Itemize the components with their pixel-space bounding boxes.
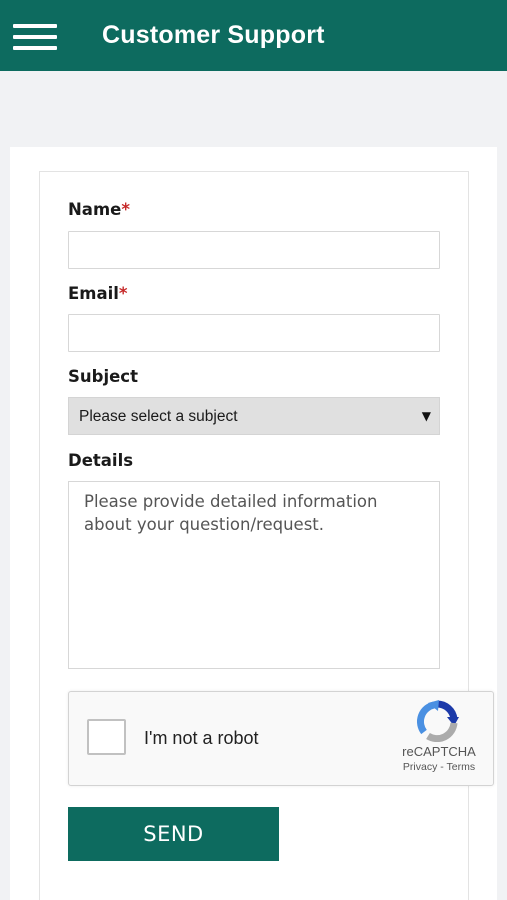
email-input[interactable] [68,314,440,352]
recaptcha-checkbox[interactable] [87,719,126,755]
recaptcha-links: Privacy - Terms [395,761,483,773]
dropdown-arrow-icon: ▼ [421,409,431,423]
recaptcha-widget: I'm not a robot reCAPTCHA Privacy - Term… [68,691,494,786]
email-label: Email* [68,284,128,303]
recaptcha-label: I'm not a robot [144,728,259,748]
details-placeholder: Please provide detailed information abou… [84,492,378,534]
details-label: Details [68,451,134,470]
link-separator: - [440,761,444,773]
recaptcha-logo-icon [417,700,459,742]
subject-selected-value: Please select a subject [79,408,238,425]
privacy-link[interactable]: Privacy [403,761,437,773]
send-button[interactable]: SEND [68,807,279,861]
page-title: Customer Support [102,21,325,49]
name-label: Name* [68,200,130,219]
required-marker: * [121,200,130,219]
recaptcha-brand: reCAPTCHA [402,744,476,759]
terms-link[interactable]: Terms [447,761,476,773]
subject-select[interactable]: Please select a subject ▼ [68,397,440,435]
details-textarea[interactable]: Please provide detailed information abou… [68,481,440,669]
required-marker: * [118,284,128,303]
app-bar: Customer Support [0,0,507,71]
hamburger-menu-icon[interactable] [13,24,58,50]
subject-label: Subject [68,367,138,386]
name-input[interactable] [68,231,440,269]
